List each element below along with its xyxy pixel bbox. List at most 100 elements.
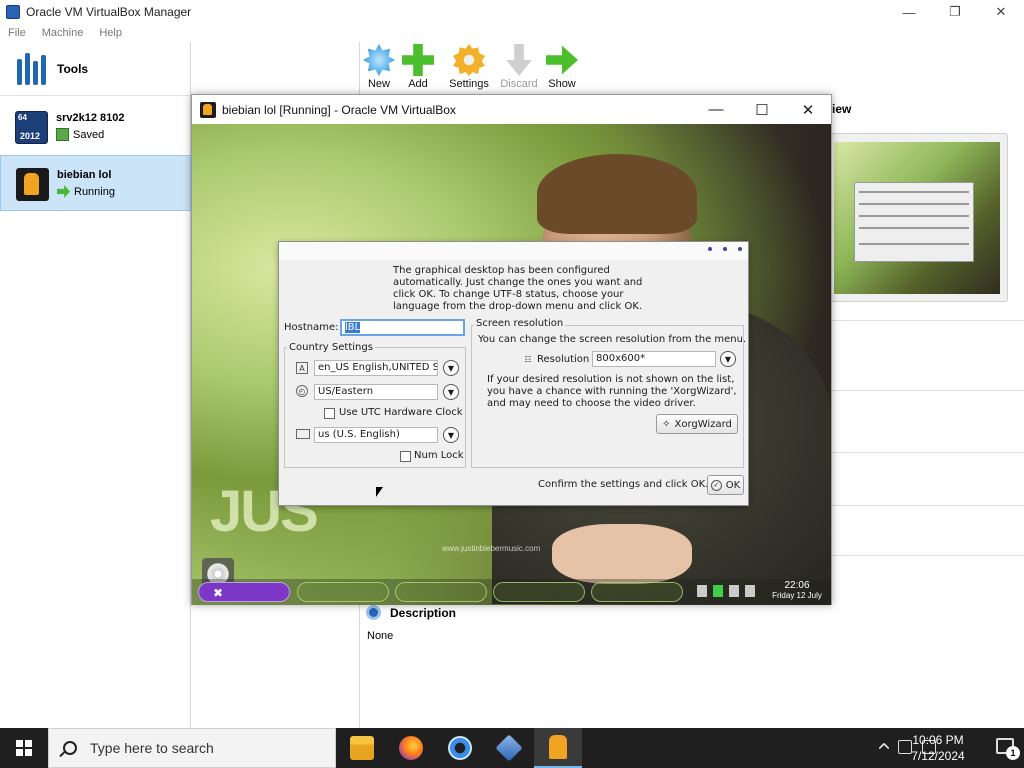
preview-dialog-thumbnail bbox=[854, 182, 974, 262]
description-value: None bbox=[367, 630, 394, 642]
restore-button[interactable]: ❐ bbox=[932, 0, 978, 24]
language-icon: A bbox=[296, 362, 308, 374]
locale-select[interactable]: en_US English,UNITED STATES bbox=[314, 360, 438, 376]
gear-icon bbox=[453, 44, 485, 76]
details-divider bbox=[832, 320, 1024, 321]
vm-window-icon bbox=[200, 101, 216, 118]
confirm-text: Confirm the settings and click OK. bbox=[538, 479, 709, 490]
browser-icon bbox=[448, 736, 472, 760]
keyboard-icon bbox=[296, 429, 310, 439]
vm-sidebar: Tools 64 2012 srv2k12 8102 Saved biebian… bbox=[0, 42, 191, 728]
virtualbox-icon bbox=[495, 734, 523, 762]
firefox-icon bbox=[399, 736, 423, 760]
screen-resolution-title: Screen resolution bbox=[474, 318, 566, 329]
search-placeholder: Type here to search bbox=[90, 740, 214, 756]
add-button[interactable]: Add bbox=[396, 44, 440, 94]
notification-icon[interactable]: 1 bbox=[996, 738, 1020, 760]
menu-help[interactable]: Help bbox=[99, 27, 122, 39]
description-header[interactable]: Description bbox=[366, 605, 456, 620]
taskbar-vm-window[interactable] bbox=[534, 728, 582, 768]
vm-close-button[interactable]: ✕ bbox=[785, 95, 831, 124]
vm-item-biebian[interactable]: biebian lol Running bbox=[0, 155, 191, 211]
vm-minimize-button[interactable]: — bbox=[693, 95, 739, 124]
numlock-checkbox[interactable] bbox=[400, 451, 411, 462]
guest-tray bbox=[697, 585, 755, 597]
window-title: Oracle VM VirtualBox Manager bbox=[26, 5, 192, 19]
xorg-help-text: If your desired resolution is not shown … bbox=[487, 374, 737, 409]
vm-preview bbox=[827, 133, 1008, 302]
tools-item[interactable]: Tools bbox=[0, 42, 190, 96]
volume-icon[interactable] bbox=[697, 585, 707, 597]
usb-icon[interactable] bbox=[729, 585, 739, 597]
keyboard-dropdown-button[interactable]: ▼ bbox=[443, 427, 459, 443]
taskbar-clock[interactable]: 10:06 PM 7/12/2024 bbox=[900, 732, 976, 764]
dialog-minimize-dot[interactable] bbox=[708, 247, 712, 251]
preview-header: iew bbox=[832, 102, 852, 116]
locale-dropdown-button[interactable]: ▼ bbox=[443, 360, 459, 376]
taskbar-firefox[interactable] bbox=[387, 728, 435, 768]
saved-state-icon bbox=[56, 128, 69, 141]
discard-button[interactable]: Discard bbox=[497, 44, 541, 94]
wallpaper-figure bbox=[552, 524, 692, 584]
taskbar-file-explorer[interactable] bbox=[338, 728, 386, 768]
dialog-window-buttons bbox=[708, 247, 742, 251]
virtualbox-icon bbox=[6, 5, 20, 19]
minimize-button[interactable]: — bbox=[886, 0, 932, 24]
guest-task-slot[interactable] bbox=[297, 582, 389, 602]
resolution-dropdown-button[interactable]: ▼ bbox=[720, 351, 736, 367]
details-divider bbox=[832, 390, 1024, 391]
details-divider bbox=[832, 555, 1024, 556]
check-icon: ✓ bbox=[710, 479, 722, 491]
desktop-config-dialog: The graphical desktop has been configure… bbox=[278, 241, 749, 506]
vm-name: srv2k12 8102 bbox=[56, 112, 125, 124]
ok-button[interactable]: ✓ OK bbox=[707, 475, 744, 495]
dialog-titlebar bbox=[279, 242, 748, 260]
guest-task-slot[interactable] bbox=[591, 582, 683, 602]
close-button[interactable]: ✕ bbox=[978, 0, 1024, 24]
settings-button[interactable]: Settings bbox=[447, 44, 491, 94]
windows-logo-icon bbox=[16, 740, 32, 756]
guest-task-slot[interactable] bbox=[395, 582, 487, 602]
taskbar-browser[interactable] bbox=[436, 728, 484, 768]
keyboard-select[interactable]: us (U.S. English) bbox=[314, 427, 438, 443]
vm-item-srv2k12[interactable]: 64 2012 srv2k12 8102 Saved bbox=[0, 99, 191, 155]
linux-vm-icon bbox=[549, 735, 567, 759]
taskbar-search[interactable]: Type here to search bbox=[48, 728, 336, 768]
guest-taskbar: ✖ 22:06 Friday 12 July bbox=[192, 579, 831, 605]
dialog-close-dot[interactable] bbox=[738, 247, 742, 251]
network-icon[interactable] bbox=[713, 585, 723, 597]
vm-window-title: biebian lol [Running] - Oracle VM Virtua… bbox=[222, 102, 456, 117]
window-controls: — ❐ ✕ bbox=[886, 0, 1024, 24]
dialog-maximize-dot[interactable] bbox=[723, 247, 727, 251]
screen-resolution-help: You can change the screen resolution fro… bbox=[478, 334, 747, 345]
vm-state: Running bbox=[57, 185, 115, 198]
windows-server-2012-icon: 64 2012 bbox=[15, 111, 48, 144]
search-icon bbox=[63, 741, 77, 755]
guest-task-slot[interactable] bbox=[493, 582, 585, 602]
new-icon bbox=[363, 44, 395, 76]
new-button[interactable]: New bbox=[357, 44, 401, 94]
notification-badge: 1 bbox=[1006, 746, 1020, 760]
guest-start-button[interactable]: ✖ bbox=[198, 582, 290, 602]
resolution-select[interactable]: 800x600* bbox=[592, 351, 716, 367]
preview-screen bbox=[834, 142, 1000, 294]
xorgwizard-button[interactable]: ✧ XorgWizard bbox=[656, 414, 738, 434]
discard-arrow-icon bbox=[506, 44, 532, 76]
taskbar-virtualbox[interactable] bbox=[485, 728, 533, 768]
timezone-dropdown-button[interactable]: ▼ bbox=[443, 384, 459, 400]
trash-icon[interactable] bbox=[745, 585, 755, 597]
menu-file[interactable]: File bbox=[8, 27, 26, 39]
show-button[interactable]: Show bbox=[540, 44, 584, 94]
chevron-up-icon[interactable] bbox=[878, 742, 890, 754]
vm-state: Saved bbox=[56, 128, 104, 141]
windows-taskbar: Type here to search 10:06 PM 7/12/2024 1 bbox=[0, 728, 1024, 768]
menu-machine[interactable]: Machine bbox=[42, 27, 84, 39]
menubar: File Machine Help bbox=[0, 24, 138, 42]
utc-checkbox[interactable] bbox=[324, 408, 335, 419]
timezone-select[interactable]: US/Eastern bbox=[314, 384, 438, 400]
hostname-input[interactable]: lBL bbox=[340, 319, 465, 336]
hostname-label: Hostname: bbox=[284, 322, 339, 333]
vm-maximize-button[interactable]: ☐ bbox=[739, 95, 785, 124]
clock-icon: ◴ bbox=[296, 385, 308, 397]
start-button[interactable] bbox=[0, 728, 48, 768]
